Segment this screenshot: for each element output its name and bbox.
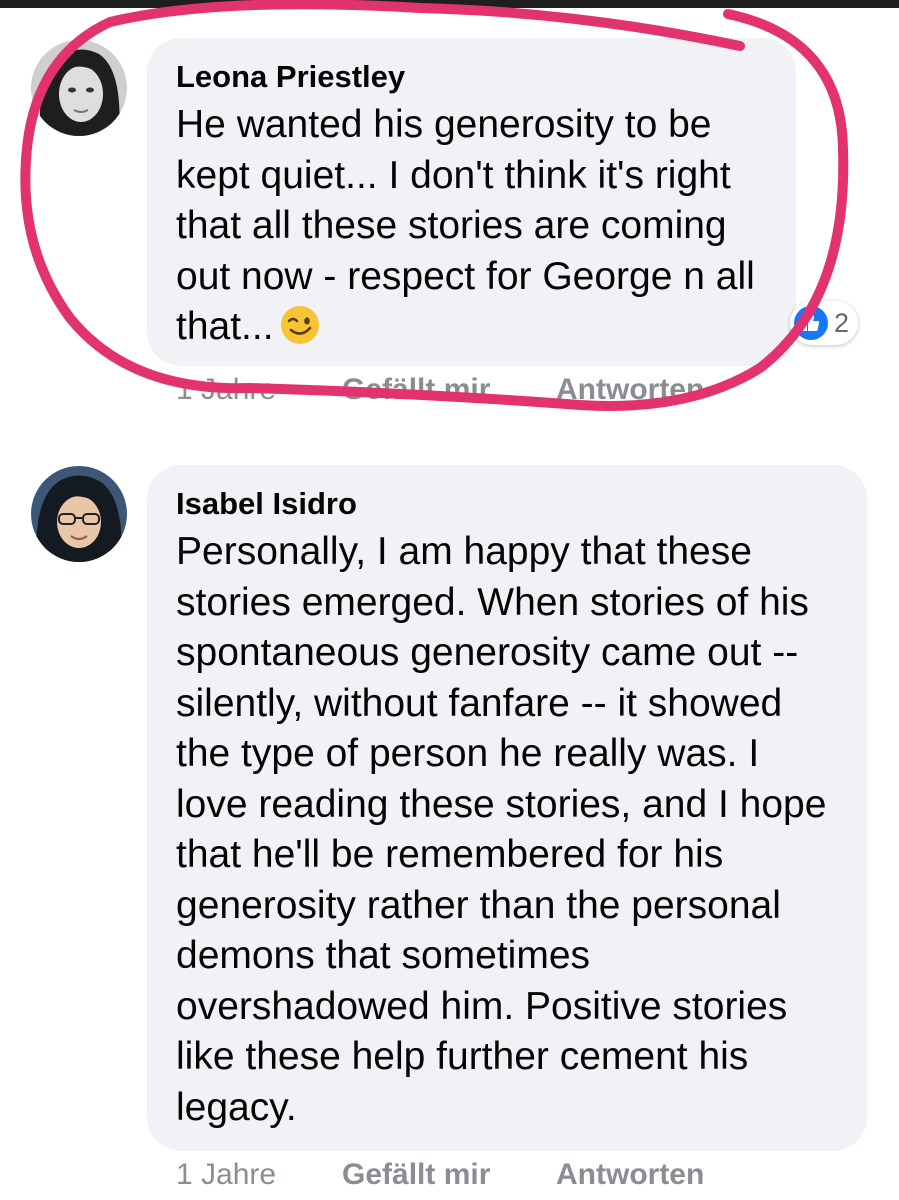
top-bar <box>0 0 899 8</box>
winking-face-icon <box>280 305 320 359</box>
comment-timestamp[interactable]: 1 Jahre <box>176 373 342 407</box>
comment-actions: 1 Jahre Gefällt mir Antworten <box>176 1158 704 1192</box>
comment-bubble: Isabel Isidro Personally, I am happy tha… <box>147 465 867 1151</box>
like-icon <box>794 306 828 340</box>
comment-text: He wanted his generosity to be kept quie… <box>176 103 755 348</box>
comment-author[interactable]: Isabel Isidro <box>176 486 357 522</box>
comment-timestamp[interactable]: 1 Jahre <box>176 1158 342 1192</box>
like-button[interactable]: Gefällt mir <box>342 1158 556 1192</box>
comment-bubble: Leona Priestley He wanted his generosity… <box>147 38 796 366</box>
reaction-summary[interactable]: 2 <box>790 301 859 345</box>
comment-author[interactable]: Leona Priestley <box>176 59 405 95</box>
comment-actions: 1 Jahre Gefällt mir Antworten <box>176 373 704 407</box>
comment-text: Personally, I am happy that these storie… <box>176 530 827 1129</box>
reply-button[interactable]: Antworten <box>556 1158 704 1192</box>
reply-button[interactable]: Antworten <box>556 373 704 407</box>
comment-body: He wanted his generosity to be kept quie… <box>176 100 806 359</box>
comment-thread: Leona Priestley He wanted his generosity… <box>0 0 899 1200</box>
like-button[interactable]: Gefällt mir <box>342 373 556 407</box>
reaction-count: 2 <box>834 307 850 338</box>
avatar-isabel-isidro[interactable] <box>31 466 127 562</box>
avatar-leona-priestley[interactable] <box>31 40 127 136</box>
